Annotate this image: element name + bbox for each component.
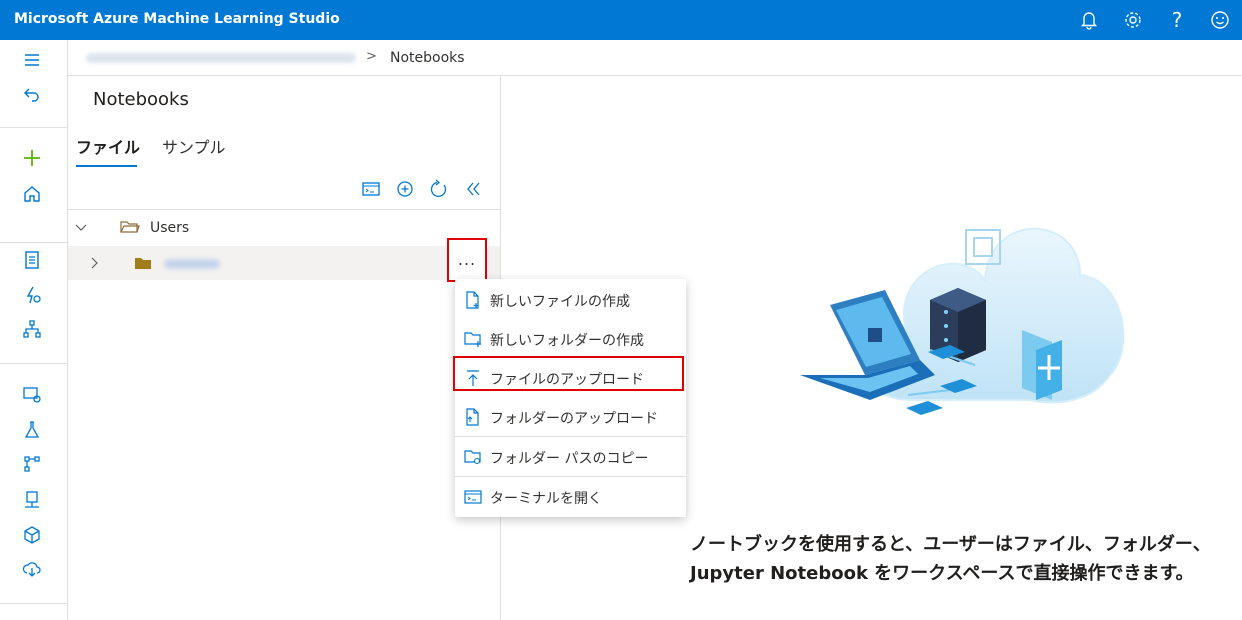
- more-options-button[interactable]: ...: [447, 238, 487, 282]
- nav-divider: [0, 363, 67, 364]
- datasets-icon[interactable]: [20, 382, 44, 406]
- menu-item-label: フォルダー パスのコピー: [490, 451, 649, 467]
- menu-item-label: ターミナルを開く: [490, 491, 602, 507]
- more-options-icon: ...: [457, 250, 477, 269]
- models-icon[interactable]: [20, 488, 44, 512]
- refresh-icon[interactable]: [428, 178, 450, 200]
- back-icon[interactable]: [20, 82, 44, 106]
- chevron-down-icon[interactable]: [74, 221, 88, 235]
- designer-icon[interactable]: [20, 317, 44, 341]
- terminal-icon[interactable]: [360, 178, 382, 200]
- menu-item-label: 新しいファイルの作成: [490, 294, 630, 310]
- endpoints-icon[interactable]: [20, 523, 44, 547]
- menu-item-upload-file[interactable]: ファイルのアップロード: [453, 356, 686, 398]
- notebooks-illustration: [790, 200, 1130, 440]
- upload-folder-icon: [463, 407, 483, 427]
- chevron-right-icon[interactable]: [88, 256, 102, 270]
- folder-open-icon: [120, 219, 140, 235]
- tree-row-users[interactable]: Users: [68, 214, 500, 244]
- active-tab-indicator: [76, 165, 137, 167]
- menu-item-open-terminal[interactable]: ターミナルを開く: [455, 478, 686, 517]
- menu-item-new-folder[interactable]: 新しいフォルダーの作成: [455, 320, 686, 359]
- plus-icon[interactable]: [20, 146, 44, 170]
- nav-divider: [0, 242, 67, 243]
- bell-icon[interactable]: [1077, 8, 1101, 32]
- tree-row-user-folder[interactable]: ...: [68, 238, 500, 282]
- menu-item-label: ファイルのアップロード: [490, 372, 644, 388]
- upload-icon: [463, 368, 483, 388]
- menu-item-label: フォルダーのアップロード: [490, 411, 658, 427]
- menu-item-new-file[interactable]: 新しいファイルの作成: [455, 281, 686, 320]
- panel-title: Notebooks: [93, 89, 189, 110]
- left-nav: [0, 40, 68, 620]
- breadcrumb-separator: >: [366, 49, 377, 64]
- menu-item-upload-folder[interactable]: フォルダーのアップロード: [455, 398, 686, 437]
- breadcrumb-workspace-redacted[interactable]: [86, 53, 356, 63]
- folder-name-redacted: [164, 259, 220, 269]
- breadcrumb-current: Notebooks: [390, 50, 465, 66]
- tab-files[interactable]: ファイル: [76, 134, 140, 158]
- folder-icon: [134, 256, 152, 270]
- notebooks-description: ノートブックを使用すると、ユーザーはファイル、フォルダー、Jupyter Not…: [690, 534, 1211, 584]
- collapse-icon[interactable]: [463, 178, 485, 200]
- gear-icon[interactable]: [1121, 8, 1145, 32]
- nav-divider: [0, 127, 67, 128]
- copy-path-icon: [463, 447, 483, 467]
- menu-item-copy-folder-path[interactable]: フォルダー パスのコピー: [455, 438, 686, 477]
- menu-item-label: 新しいフォルダーの作成: [490, 333, 644, 349]
- new-folder-icon: [463, 329, 483, 349]
- new-file-icon: [463, 290, 483, 310]
- app-title: Microsoft Azure Machine Learning Studio: [14, 11, 340, 27]
- tree-users-label: Users: [150, 220, 190, 236]
- breadcrumb-divider: [68, 75, 1242, 76]
- automl-icon[interactable]: [20, 283, 44, 307]
- tab-samples[interactable]: サンプル: [162, 134, 226, 158]
- context-menu: 新しいファイルの作成 新しいフォルダーの作成 ファイルのアップロード フォルダー…: [453, 279, 686, 517]
- smiley-icon[interactable]: [1208, 8, 1232, 32]
- menu-divider: [455, 436, 686, 437]
- compute-icon[interactable]: [20, 557, 44, 581]
- nav-divider: [0, 603, 67, 604]
- pipelines-icon[interactable]: [20, 452, 44, 476]
- add-circle-icon[interactable]: [394, 178, 416, 200]
- help-icon[interactable]: ?: [1165, 8, 1189, 32]
- hamburger-icon[interactable]: [20, 48, 44, 72]
- menu-divider: [455, 476, 686, 477]
- tree-divider: [68, 209, 500, 210]
- notebook-icon[interactable]: [20, 248, 44, 272]
- terminal-icon: [463, 487, 483, 507]
- top-bar: Microsoft Azure Machine Learning Studio …: [0, 0, 1242, 40]
- home-icon[interactable]: [20, 182, 44, 206]
- experiments-icon[interactable]: [20, 418, 44, 442]
